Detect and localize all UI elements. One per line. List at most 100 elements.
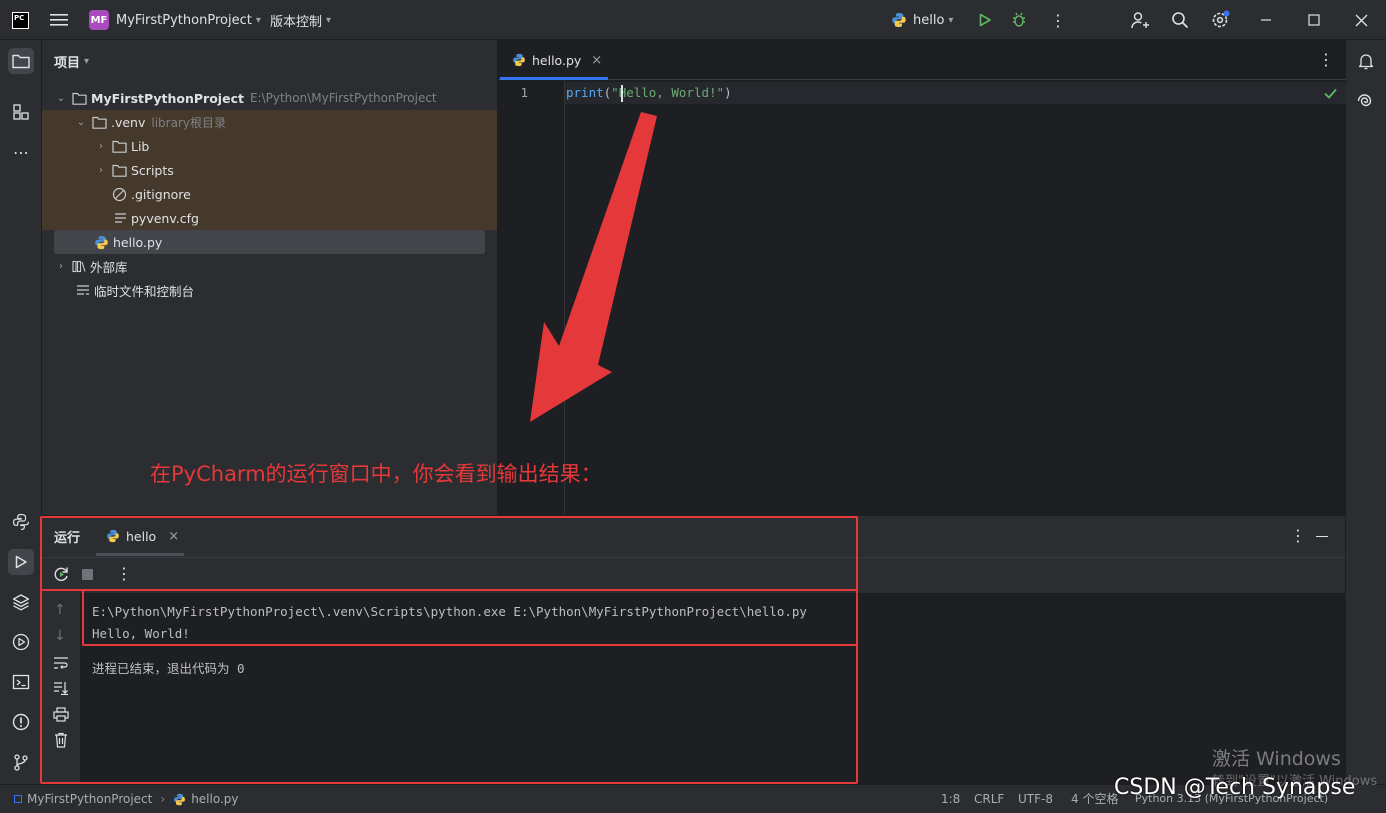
app-logo: PC <box>12 11 29 29</box>
search-button[interactable] <box>1171 0 1189 40</box>
hide-panel-icon[interactable] <box>1316 536 1328 538</box>
run-button[interactable] <box>977 0 993 40</box>
run-config-name: hello <box>913 12 945 28</box>
gear-icon <box>1212 10 1230 28</box>
breadcrumb: MyFirstPythonProject › hello.py <box>14 785 239 813</box>
run-config-selector[interactable]: hello ▾ <box>891 0 953 40</box>
add-user-button[interactable] <box>1131 0 1150 40</box>
main-menu-icon[interactable] <box>50 0 68 40</box>
chevron-down-icon: ▾ <box>255 14 261 26</box>
tree-node-scripts[interactable]: › Scripts <box>94 158 174 182</box>
python-file-icon <box>94 235 109 250</box>
run-tool-button[interactable] <box>8 549 34 575</box>
code-line[interactable]: print("Hello, World!") <box>566 82 732 104</box>
more-actions-icon[interactable]: ⋮ <box>1050 0 1066 40</box>
tree-node-scratches[interactable]: 临时文件和控制台 <box>76 278 194 302</box>
more-tools-icon[interactable]: ⋯ <box>8 139 34 165</box>
code-string: "Hello, World!" <box>611 85 725 100</box>
code-function: print <box>566 85 604 100</box>
tree-node-hello[interactable]: hello.py <box>94 230 162 254</box>
tab-options-icon[interactable]: ⋮ <box>1318 50 1334 69</box>
indent-setting[interactable]: 4 个空格 <box>1071 785 1118 813</box>
gitignore-name: .gitignore <box>131 186 191 202</box>
tree-node-external-libs[interactable]: › 外部库 <box>54 254 128 278</box>
add-user-icon <box>1131 12 1149 29</box>
git-tool-button[interactable] <box>8 749 34 775</box>
maximize-button[interactable] <box>1308 0 1320 40</box>
project-tool-button[interactable] <box>8 48 34 74</box>
minimize-button[interactable] <box>1260 0 1272 40</box>
layers-icon <box>12 594 30 611</box>
vcs-menu[interactable]: 版本控制 ▾ <box>270 0 331 40</box>
venv-hint: library根目录 <box>151 115 226 130</box>
python-console-icon <box>12 513 29 531</box>
pyvenv-name: pyvenv.cfg <box>131 210 199 226</box>
scratches-icon <box>76 284 90 297</box>
project-panel-header[interactable]: 项目 ▾ <box>54 40 89 82</box>
services-tool-button[interactable] <box>8 629 34 655</box>
bug-icon <box>1013 12 1025 27</box>
file-encoding[interactable]: UTF-8 <box>1018 785 1053 813</box>
structure-tool-button[interactable] <box>8 99 34 125</box>
layers-tool-button[interactable] <box>8 589 34 615</box>
close-window-button[interactable] <box>1355 0 1368 40</box>
tree-node-venv[interactable]: ⌄ .venv library根目录 <box>74 110 226 134</box>
inspection-ok-icon[interactable] <box>1324 88 1337 99</box>
run-icon <box>15 555 27 569</box>
tree-node-root[interactable]: ⌄ MyFirstPythonProject E:\Python\MyFirst… <box>54 86 437 110</box>
editor-tab-hello[interactable]: hello.py × <box>500 40 608 80</box>
run-icon <box>979 13 991 27</box>
ai-assistant-button[interactable] <box>1353 88 1379 114</box>
bell-icon <box>1358 54 1374 70</box>
debug-button[interactable] <box>1011 0 1027 40</box>
right-tool-stripe <box>1345 40 1386 784</box>
caret-position[interactable]: 1:8 <box>941 785 960 813</box>
scratches-name: 临时文件和控制台 <box>94 283 195 299</box>
project-tool-window: 项目 ▾ ⌄ MyFirstPythonProject E:\Python\My… <box>42 40 497 515</box>
terminal-tool-button[interactable] <box>8 669 34 695</box>
line-separator[interactable]: CRLF <box>974 785 1004 813</box>
git-branch-icon <box>14 754 28 771</box>
notifications-button[interactable] <box>1353 48 1379 74</box>
python-file-icon <box>173 793 186 806</box>
python-console-tool-button[interactable] <box>8 509 34 535</box>
external-libs-name: 外部库 <box>90 259 128 275</box>
editor-area: hello.py × ⋮ 1 print("Hello, World!") <box>497 40 1346 515</box>
maximize-icon <box>1308 14 1320 26</box>
folder-icon <box>12 54 30 69</box>
annotation-box-run-panel <box>40 516 858 784</box>
minimize-icon <box>1261 19 1271 21</box>
annotation-text: 在PyCharm的运行窗口中，你会看到输出结果： <box>150 462 602 486</box>
tree-node-pyvenv[interactable]: pyvenv.cfg <box>114 206 199 230</box>
root-name: MyFirstPythonProject <box>91 90 244 106</box>
tree-node-gitignore[interactable]: .gitignore <box>112 182 191 206</box>
module-icon <box>14 795 22 803</box>
close-tab-icon[interactable]: × <box>591 53 602 68</box>
project-panel-title: 项目 <box>54 55 81 71</box>
breadcrumb-file[interactable]: hello.py <box>191 792 238 806</box>
chevron-down-icon: ▾ <box>326 14 332 26</box>
ignore-file-icon <box>112 187 127 202</box>
python-file-icon <box>512 53 526 67</box>
chevron-down-icon: ⌄ <box>56 92 66 104</box>
problems-tool-button[interactable] <box>8 709 34 735</box>
tab-label: hello.py <box>532 52 582 68</box>
run-panel-options-icon[interactable]: ⋮ <box>1290 526 1306 545</box>
pycharm-logo[interactable]: PC <box>12 0 29 40</box>
code-paren-close: ) <box>724 85 732 100</box>
python-file-icon <box>891 12 907 28</box>
settings-button[interactable] <box>1210 0 1230 40</box>
chevron-right-icon: › <box>99 164 103 176</box>
terminal-icon <box>12 674 30 690</box>
root-path: E:\Python\MyFirstPythonProject <box>249 91 437 105</box>
line-number: 1 <box>520 85 528 100</box>
folder-icon <box>112 164 127 177</box>
lib-name: Lib <box>131 138 150 154</box>
chevron-down-icon: ▾ <box>948 14 954 26</box>
tree-node-lib[interactable]: › Lib <box>94 134 149 158</box>
breadcrumb-project[interactable]: MyFirstPythonProject <box>27 792 152 806</box>
left-tool-stripe: ⋯ <box>0 40 42 784</box>
project-switcher[interactable]: MF MyFirstPythonProject ▾ <box>89 0 261 40</box>
csdn-watermark: CSDN @Tech Synapse <box>1114 775 1356 800</box>
active-tab-indicator <box>500 77 608 80</box>
